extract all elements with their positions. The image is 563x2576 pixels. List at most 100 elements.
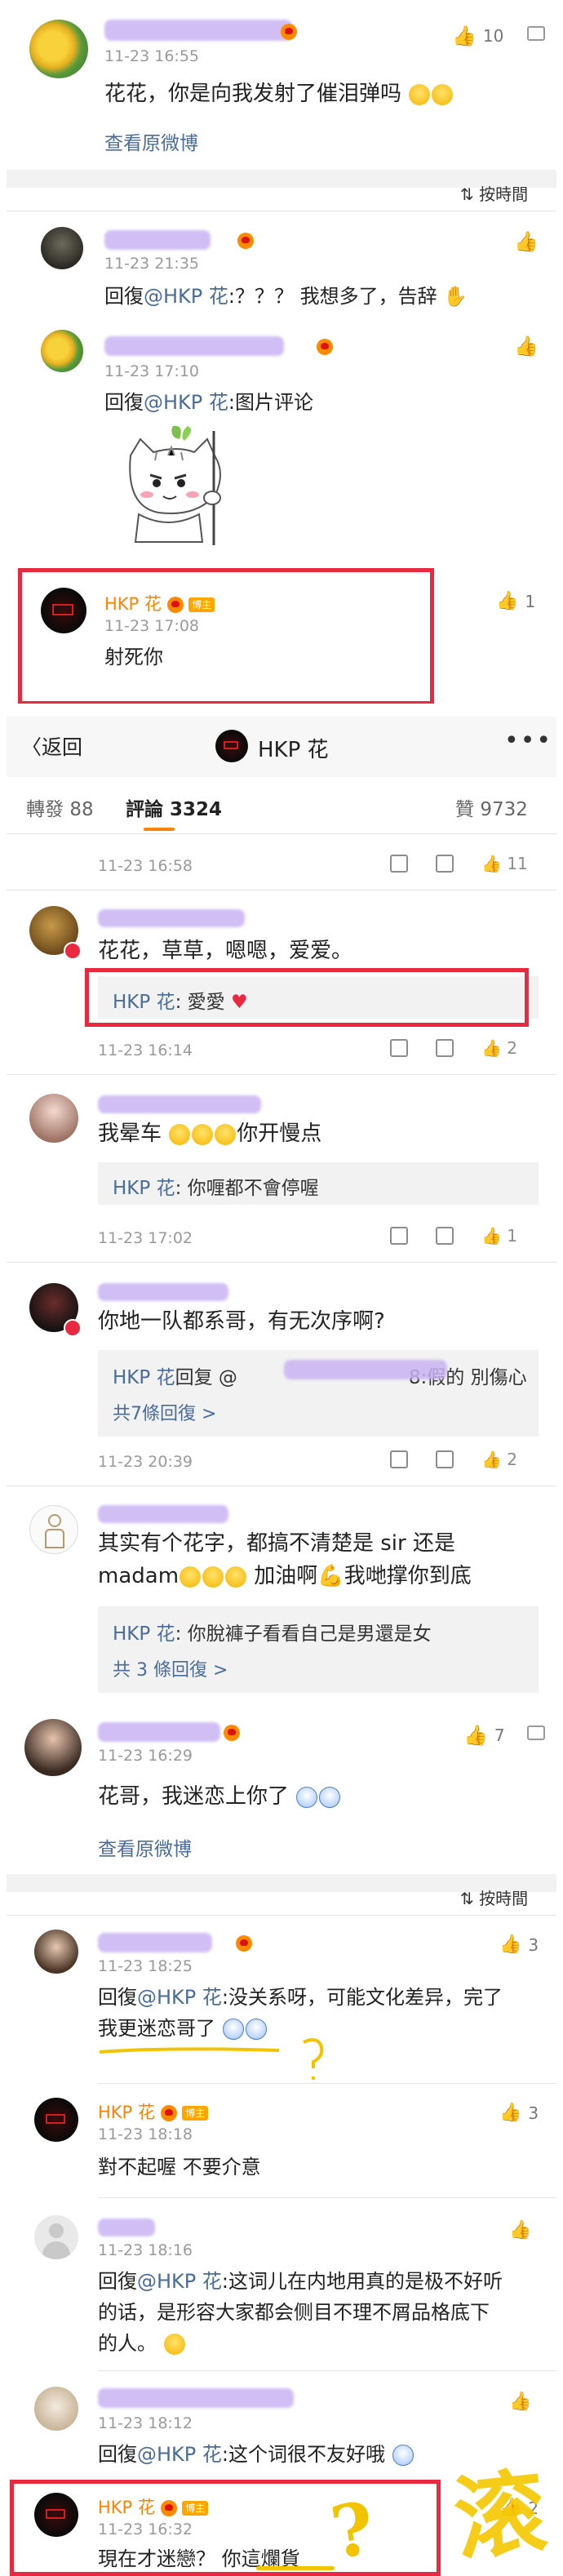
- comment-icon[interactable]: [436, 855, 454, 873]
- face-emoji-icon: [319, 1786, 341, 1808]
- thumbs-up-icon: 👍: [481, 854, 502, 873]
- like-button[interactable]: 👍 11: [481, 854, 528, 873]
- sort-toggle[interactable]: ⇅ 按時間: [460, 181, 528, 205]
- like-button[interactable]: 👍 2: [481, 1038, 517, 1058]
- user-avatar[interactable]: [29, 1505, 78, 1554]
- more-options-icon[interactable]: [527, 1725, 545, 1740]
- view-original-link[interactable]: 查看原微博: [104, 127, 198, 155]
- redacted-username: [98, 1283, 228, 1301]
- sort-icon: ⇅: [460, 1889, 480, 1908]
- redacted-username: [98, 2388, 294, 2408]
- face-emoji-icon: [215, 1123, 237, 1145]
- reply-time: 11-23 16:32: [98, 2520, 193, 2538]
- vip-badge-icon: [64, 942, 82, 960]
- author-name[interactable]: HKP 花 博主: [104, 591, 215, 615]
- tab-reposts[interactable]: 轉發 88: [26, 793, 94, 821]
- author-name[interactable]: HKP 花 博主: [98, 2099, 209, 2124]
- comment-time: 11-23 16:14: [98, 1042, 193, 1059]
- list-divider: [98, 2197, 556, 2198]
- tab-comments[interactable]: 評論 3324: [126, 793, 222, 821]
- sort-icon: ⇅: [460, 184, 480, 204]
- panel-separator: [0, 704, 563, 717]
- user-avatar[interactable]: [41, 330, 83, 372]
- like-button[interactable]: 👍 1: [496, 591, 535, 611]
- list-divider: [7, 1074, 556, 1075]
- back-button[interactable]: 〈返回: [21, 731, 82, 761]
- verified-icon: [224, 1724, 240, 1741]
- comment-icon[interactable]: [436, 1227, 454, 1245]
- blogger-badge: 博主: [182, 2106, 209, 2121]
- comment-actions: 👍 2: [390, 1038, 517, 1058]
- more-options-icon[interactable]: [527, 26, 545, 41]
- view-original-link[interactable]: 查看原微博: [98, 1833, 192, 1861]
- redacted-username: [98, 1933, 212, 1952]
- hkp-avatar[interactable]: [34, 2493, 78, 2537]
- thumbs-up-icon[interactable]: 👍: [514, 230, 539, 253]
- comment-time: 11-23 16:29: [98, 1747, 193, 1765]
- reply-text: 回復@HKP 花:图片评论: [104, 391, 313, 414]
- reply-time: 11-23 18:12: [98, 2414, 193, 2432]
- user-avatar[interactable]: [24, 1719, 82, 1776]
- hkp-avatar[interactable]: [34, 2098, 78, 2142]
- mention-link[interactable]: @HKP 花: [137, 2270, 222, 2293]
- verified-icon: [160, 2500, 177, 2516]
- verified-icon: [236, 1934, 253, 1952]
- comment-actions: 👍 11: [390, 854, 528, 873]
- mention-link[interactable]: @HKP 花: [144, 285, 228, 308]
- author-name[interactable]: HKP 花 博主: [98, 2494, 209, 2519]
- user-avatar[interactable]: [29, 1094, 78, 1143]
- comment-text: 花花，草草，嗯嗯，爱爱。: [98, 939, 353, 963]
- like-count: 10: [482, 26, 504, 46]
- like-button[interactable]: 👍 3: [499, 2103, 539, 2123]
- reply-time: 11-23 18:25: [98, 1957, 193, 1975]
- repost-icon[interactable]: [390, 1039, 408, 1057]
- like-button[interactable]: 👍 2: [481, 1450, 517, 1469]
- like-button[interactable]: 👍 7: [463, 1724, 505, 1747]
- user-avatar[interactable]: [34, 1930, 78, 1974]
- comment-icon[interactable]: [436, 1450, 454, 1468]
- comment-text: 你地一队都系哥，有无次序啊?: [98, 1309, 385, 1334]
- mention-link[interactable]: @HKP 花: [144, 391, 228, 414]
- comment-text: madam 加油啊💪我哋撑你到底: [98, 1564, 472, 1588]
- redacted-username: [98, 909, 245, 927]
- mention-link[interactable]: @HKP 花: [137, 1986, 222, 2009]
- user-avatar[interactable]: [41, 227, 83, 269]
- verified-icon: [281, 23, 297, 40]
- hkp-avatar[interactable]: [215, 730, 248, 762]
- comment-time: 11-23 16:55: [104, 47, 200, 65]
- screenshot-panel-3: 11-23 16:29 👍 7 花哥，我迷恋上你了 查看原微博 ⇅ 按時間 11…: [7, 1708, 556, 2576]
- mention-link[interactable]: @HKP 花: [137, 2443, 222, 2466]
- comment-icon[interactable]: [436, 1039, 454, 1057]
- reply-text: 的人。: [98, 2328, 186, 2359]
- user-avatar[interactable]: [29, 20, 88, 78]
- redacted-username: [104, 336, 284, 356]
- user-avatar[interactable]: [34, 2215, 78, 2259]
- more-replies-link[interactable]: 共 3 條回復 >: [113, 1655, 228, 1681]
- like-button[interactable]: 👍 10: [452, 24, 503, 47]
- chevron-left-icon: 〈: [21, 735, 42, 759]
- thumbs-up-icon[interactable]: 👍: [509, 2220, 531, 2241]
- reply-text: 回復@HKP 花:这词儿在内地用真的是极不好听: [98, 2270, 503, 2293]
- repost-icon[interactable]: [390, 1450, 408, 1468]
- list-divider: [98, 2370, 556, 2371]
- repost-icon[interactable]: [390, 1227, 408, 1245]
- thumbs-up-icon: 👍: [452, 24, 477, 47]
- reply-text: 回復@HKP 花:？？？ 我想多了，告辞 ✋: [104, 285, 468, 308]
- like-button[interactable]: 👍 1: [481, 1226, 517, 1246]
- reply-time: 11-23 17:08: [104, 617, 200, 635]
- thumbs-up-icon[interactable]: 👍: [514, 335, 539, 358]
- tab-likes[interactable]: 贊 9732: [455, 793, 528, 821]
- tab-active-indicator: [144, 828, 175, 831]
- like-button[interactable]: 👍 3: [499, 1934, 539, 1955]
- user-avatar[interactable]: [34, 2387, 78, 2431]
- clap-emoji-icon: ✋: [443, 285, 468, 308]
- thumbs-up-icon: 👍: [496, 591, 519, 611]
- repost-icon[interactable]: [390, 855, 408, 873]
- more-icon[interactable]: •••: [504, 726, 552, 755]
- sort-toggle[interactable]: ⇅ 按時間: [460, 1885, 528, 1909]
- thumbs-up-icon[interactable]: 👍: [509, 2392, 531, 2412]
- more-replies-link[interactable]: 共7條回復 >: [113, 1399, 216, 1425]
- comment-text: 花哥，我迷恋上你了: [98, 1781, 341, 1812]
- hkp-avatar[interactable]: [41, 588, 86, 633]
- doodle-underline: [256, 2566, 335, 2570]
